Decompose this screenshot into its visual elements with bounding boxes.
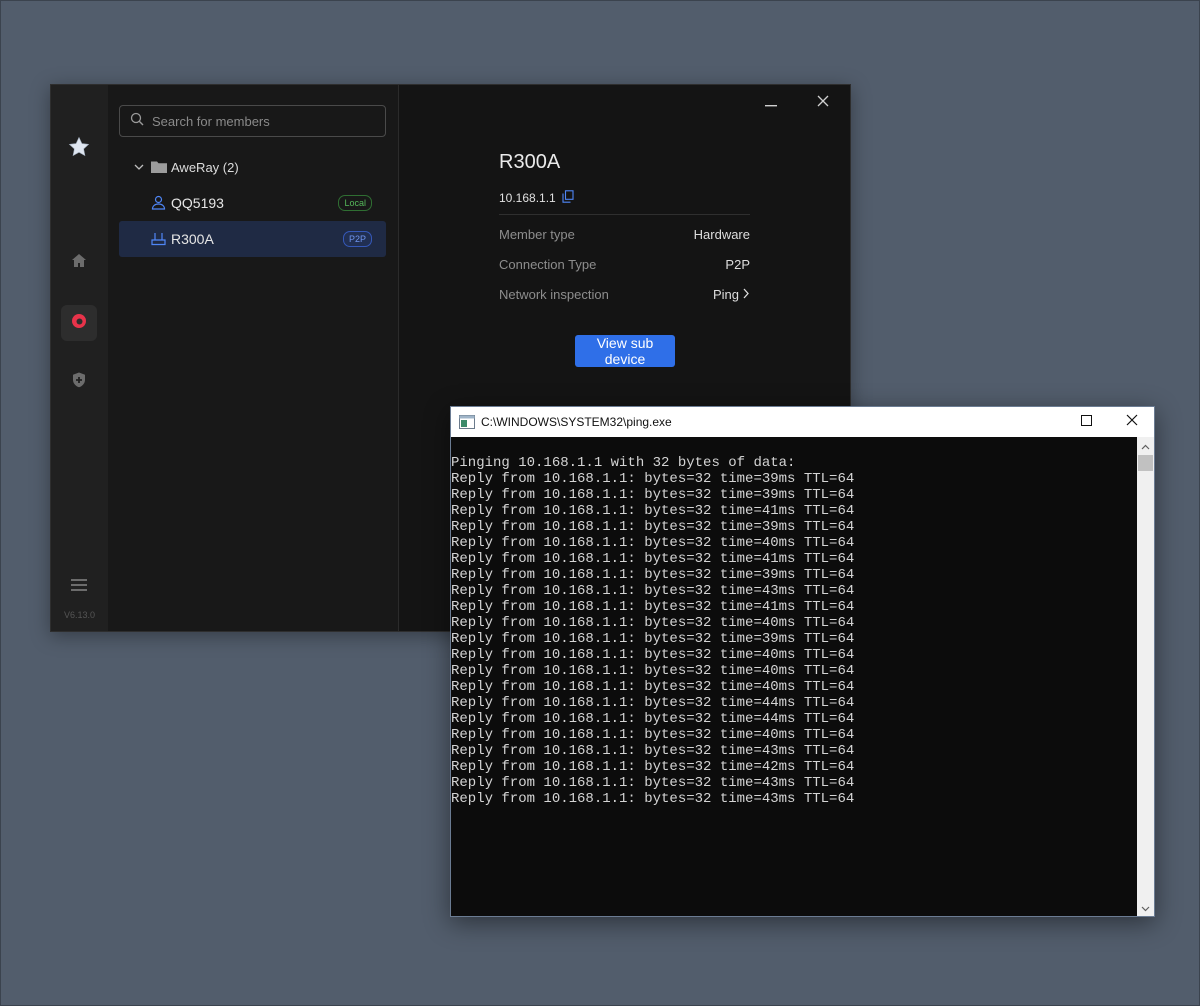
- member-search[interactable]: [119, 105, 386, 137]
- device-ip-row: 10.168.1.1: [499, 190, 574, 206]
- scroll-up-button[interactable]: [1137, 437, 1154, 454]
- console-line: Reply from 10.168.1.1: bytes=32 time=40m…: [451, 647, 855, 663]
- divider: [499, 214, 750, 215]
- app-version: V6.13.0: [63, 610, 96, 620]
- nav-favorites[interactable]: [61, 131, 97, 167]
- folder-icon: [151, 160, 167, 177]
- console-line: Reply from 10.168.1.1: bytes=32 time=44m…: [451, 695, 855, 711]
- minimize-button[interactable]: [757, 93, 785, 113]
- console-line: Reply from 10.168.1.1: bytes=32 time=40m…: [451, 663, 855, 679]
- console-close-button[interactable]: [1109, 407, 1155, 437]
- close-icon: [1126, 413, 1138, 431]
- chevron-down-icon: [133, 161, 145, 176]
- ping-label: Ping: [712, 287, 739, 302]
- member-item-r300a[interactable]: R300A P2P: [119, 221, 386, 257]
- group-aweray[interactable]: AweRay (2): [119, 153, 386, 181]
- console-app-icon: [459, 415, 475, 434]
- status-badge-p2p: P2P: [342, 231, 372, 247]
- member-name: R300A: [171, 231, 214, 247]
- console-line: Reply from 10.168.1.1: bytes=32 time=39m…: [451, 631, 855, 647]
- console-line: Pinging 10.168.1.1 with 32 bytes of data…: [451, 455, 796, 471]
- console-line: Reply from 10.168.1.1: bytes=32 time=39m…: [451, 471, 855, 487]
- maximize-icon: [1080, 413, 1092, 431]
- console-output[interactable]: Pinging 10.168.1.1 with 32 bytes of data…: [451, 437, 1138, 916]
- nav-home[interactable]: [61, 245, 97, 281]
- shield-plus-icon: [70, 371, 88, 394]
- console-line: Reply from 10.168.1.1: bytes=32 time=41m…: [451, 599, 855, 615]
- console-line: Reply from 10.168.1.1: bytes=32 time=40m…: [451, 727, 855, 743]
- copy-icon[interactable]: [562, 190, 574, 206]
- chevron-right-icon: [742, 287, 750, 302]
- scroll-thumb[interactable]: [1138, 455, 1153, 471]
- info-label: Connection Type: [499, 257, 597, 272]
- info-value: Hardware: [693, 227, 750, 242]
- console-line: Reply from 10.168.1.1: bytes=32 time=41m…: [451, 503, 855, 519]
- nav-network[interactable]: [61, 305, 97, 341]
- star-icon: [67, 135, 91, 164]
- console-line: Reply from 10.168.1.1: bytes=32 time=42m…: [451, 759, 855, 775]
- console-line: Reply from 10.168.1.1: bytes=32 time=43m…: [451, 791, 855, 807]
- home-icon: [70, 252, 88, 275]
- group-label: AweRay (2): [171, 160, 239, 175]
- network-icon: [70, 312, 88, 335]
- nav-rail: V6.13.0: [51, 85, 108, 631]
- search-input[interactable]: [150, 112, 374, 130]
- router-icon: [151, 231, 166, 249]
- console-title: C:\WINDOWS\SYSTEM32\ping.exe: [481, 415, 672, 429]
- minimize-icon: [765, 94, 777, 112]
- console-maximize-button[interactable]: [1063, 407, 1109, 437]
- device-ip: 10.168.1.1: [499, 191, 556, 205]
- console-line: Reply from 10.168.1.1: bytes=32 time=39m…: [451, 519, 855, 535]
- console-line: Reply from 10.168.1.1: bytes=32 time=43m…: [451, 743, 855, 759]
- hamburger-menu-icon: [71, 578, 87, 597]
- ping-link[interactable]: Ping: [713, 287, 750, 302]
- user-icon: [151, 195, 166, 213]
- status-badge-local: Local: [338, 195, 372, 211]
- console-line: Reply from 10.168.1.1: bytes=32 time=39m…: [451, 487, 855, 503]
- console-titlebar[interactable]: C:\WINDOWS\SYSTEM32\ping.exe: [451, 407, 1154, 437]
- info-row-network-inspection[interactable]: Network inspection Ping: [499, 285, 750, 305]
- console-line: Reply from 10.168.1.1: bytes=32 time=43m…: [451, 583, 855, 599]
- close-button[interactable]: [809, 93, 837, 113]
- console-line: Reply from 10.168.1.1: bytes=32 time=40m…: [451, 615, 855, 631]
- info-label: Network inspection: [499, 287, 609, 302]
- console-line: Reply from 10.168.1.1: bytes=32 time=44m…: [451, 711, 855, 727]
- info-value: P2P: [725, 257, 750, 272]
- member-name: QQ5193: [171, 195, 224, 211]
- ping-console-window: C:\WINDOWS\SYSTEM32\ping.exe Pinging 10.…: [450, 406, 1155, 917]
- console-line: Reply from 10.168.1.1: bytes=32 time=40m…: [451, 679, 855, 695]
- search-icon: [130, 112, 144, 131]
- scroll-down-button[interactable]: [1137, 899, 1154, 916]
- console-line: Reply from 10.168.1.1: bytes=32 time=39m…: [451, 567, 855, 583]
- view-sub-device-button[interactable]: View sub device: [575, 335, 675, 367]
- console-scrollbar[interactable]: [1137, 437, 1154, 916]
- close-icon: [817, 94, 829, 112]
- info-row-connection-type: Connection Type P2P: [499, 255, 750, 275]
- chevron-down-icon: [1141, 899, 1150, 917]
- info-label: Member type: [499, 227, 575, 242]
- member-list-panel: AweRay (2) QQ5193 Local R300A P2P: [108, 85, 399, 631]
- info-row-member-type: Member type Hardware: [499, 225, 750, 245]
- nav-security[interactable]: [61, 364, 97, 400]
- member-item-qq5193[interactable]: QQ5193 Local: [119, 185, 386, 221]
- device-title: R300A: [499, 151, 561, 173]
- console-line: Reply from 10.168.1.1: bytes=32 time=40m…: [451, 535, 855, 551]
- console-line: Reply from 10.168.1.1: bytes=32 time=41m…: [451, 551, 855, 567]
- chevron-up-icon: [1141, 437, 1150, 455]
- console-line: Reply from 10.168.1.1: bytes=32 time=43m…: [451, 775, 855, 791]
- nav-menu[interactable]: [61, 569, 97, 605]
